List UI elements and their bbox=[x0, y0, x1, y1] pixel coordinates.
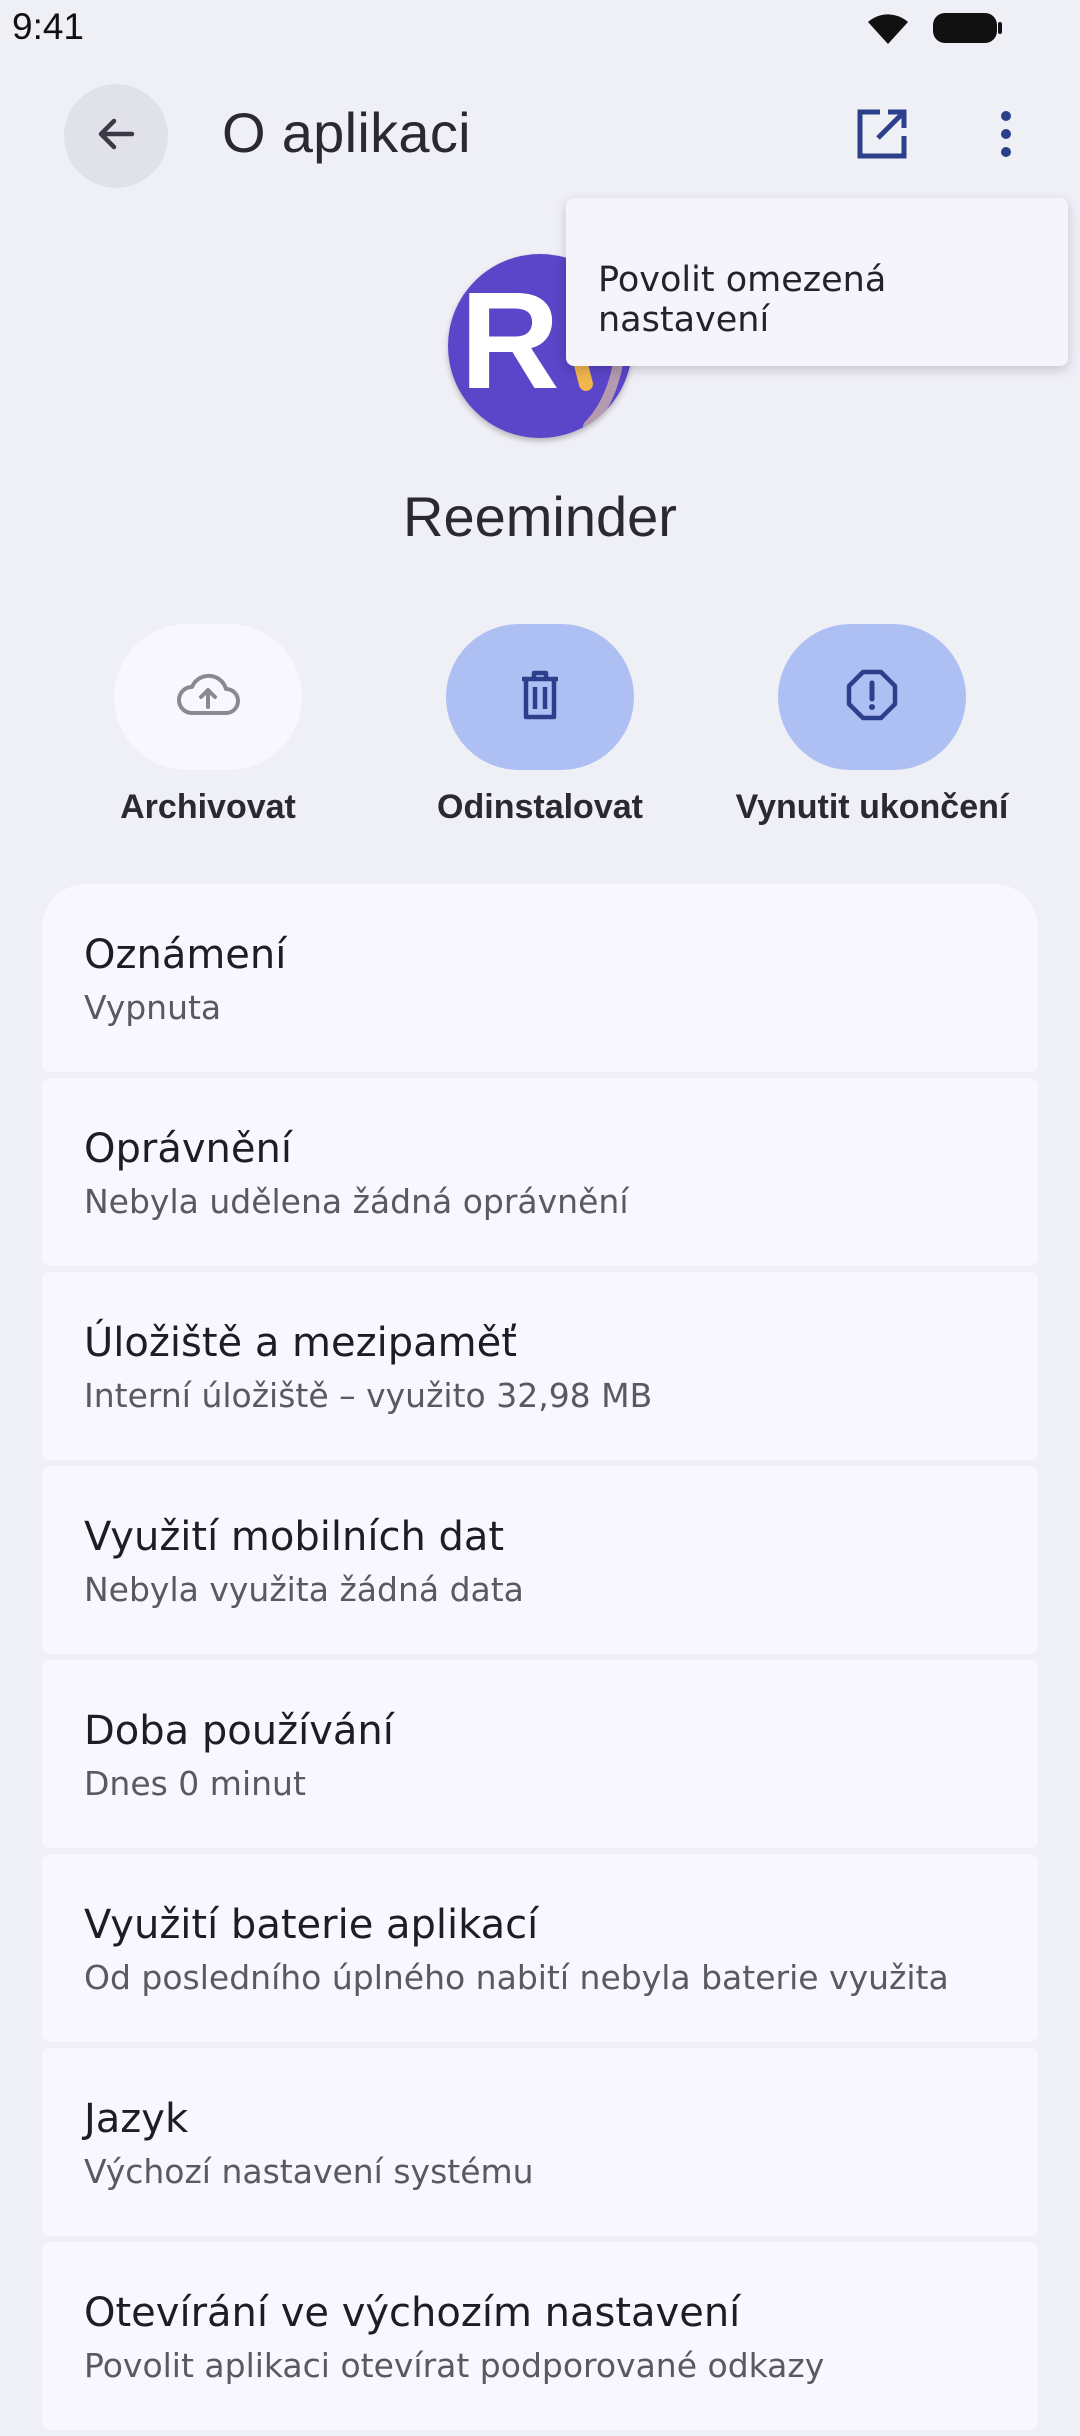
setting-title: Oznámení bbox=[84, 932, 287, 978]
menu-item-allow-restricted-settings[interactable]: Povolit omezená nastavení bbox=[598, 260, 1068, 340]
trash-icon bbox=[518, 669, 562, 726]
uninstall-button[interactable] bbox=[446, 624, 634, 770]
alert-octagon-icon bbox=[846, 669, 898, 726]
archive-label: Archivovat bbox=[120, 788, 296, 826]
wifi-icon bbox=[866, 11, 910, 50]
setting-subtitle: Vypnuta bbox=[84, 988, 222, 1027]
setting-subtitle: Od posledního úplného nabití nebyla bate… bbox=[84, 1958, 949, 1997]
force-stop-label: Vynutit ukončení bbox=[735, 788, 1009, 826]
overflow-menu: Povolit omezená nastavení bbox=[566, 198, 1068, 366]
back-button[interactable] bbox=[64, 84, 168, 188]
setting-title: Úložiště a mezipaměť bbox=[84, 1320, 517, 1366]
setting-subtitle: Dnes 0 minut bbox=[84, 1764, 306, 1803]
setting-subtitle: Výchozí nastavení systému bbox=[84, 2152, 534, 2191]
setting-language[interactable]: Jazyk Výchozí nastavení systému bbox=[42, 2048, 1038, 2236]
uninstall-label: Odinstalovat bbox=[437, 788, 643, 826]
app-name: Reeminder bbox=[403, 485, 677, 548]
setting-title: Doba používání bbox=[84, 1708, 394, 1754]
archive-button[interactable] bbox=[114, 624, 302, 770]
setting-subtitle: Interní úložiště – využito 32,98 MB bbox=[84, 1376, 653, 1415]
setting-subtitle: Povolit aplikaci otevírat podporované od… bbox=[84, 2346, 825, 2385]
archive-action[interactable]: Archivovat bbox=[48, 624, 368, 827]
setting-subtitle: Nebyla udělena žádná oprávnění bbox=[84, 1182, 629, 1221]
setting-title: Jazyk bbox=[84, 2096, 189, 2142]
status-icons bbox=[866, 10, 1004, 51]
setting-storage[interactable]: Úložiště a mezipaměť Interní úložiště – … bbox=[42, 1272, 1038, 1460]
setting-title: Využití baterie aplikací bbox=[84, 1902, 539, 1948]
status-time: 9:41 bbox=[12, 6, 85, 47]
setting-title: Otevírání ve výchozím nastavení bbox=[84, 2290, 741, 2336]
page-title: O aplikaci bbox=[222, 101, 471, 164]
uninstall-action[interactable]: Odinstalovat bbox=[380, 624, 700, 827]
setting-title: Využití mobilních dat bbox=[84, 1514, 505, 1560]
setting-mobile-data[interactable]: Využití mobilních dat Nebyla využita žád… bbox=[42, 1466, 1038, 1654]
setting-subtitle: Nebyla využita žádná data bbox=[84, 1570, 524, 1609]
setting-notifications[interactable]: Oznámení Vypnuta bbox=[42, 884, 1038, 1072]
battery-icon bbox=[932, 10, 1004, 51]
open-app-button[interactable] bbox=[846, 100, 918, 172]
more-vert-icon bbox=[998, 110, 1014, 163]
settings-list: Oznámení Vypnuta Oprávnění Nebyla udělen… bbox=[42, 884, 1038, 2436]
setting-open-by-default[interactable]: Otevírání ve výchozím nastavení Povolit … bbox=[42, 2242, 1038, 2430]
force-stop-action[interactable]: Vynutit ukončení bbox=[712, 624, 1032, 827]
arrow-back-icon bbox=[92, 110, 140, 163]
status-bar: 9:41 bbox=[0, 0, 1080, 60]
setting-permissions[interactable]: Oprávnění Nebyla udělena žádná oprávnění bbox=[42, 1078, 1038, 1266]
open-in-new-icon bbox=[854, 106, 910, 167]
force-stop-button[interactable] bbox=[778, 624, 966, 770]
more-options-button[interactable] bbox=[980, 100, 1032, 172]
app-bar: O aplikaci bbox=[0, 70, 1080, 200]
setting-battery[interactable]: Využití baterie aplikací Od posledního ú… bbox=[42, 1854, 1038, 2042]
setting-screen-time[interactable]: Doba používání Dnes 0 minut bbox=[42, 1660, 1038, 1848]
cloud-upload-icon bbox=[176, 673, 240, 722]
setting-title: Oprávnění bbox=[84, 1126, 292, 1172]
